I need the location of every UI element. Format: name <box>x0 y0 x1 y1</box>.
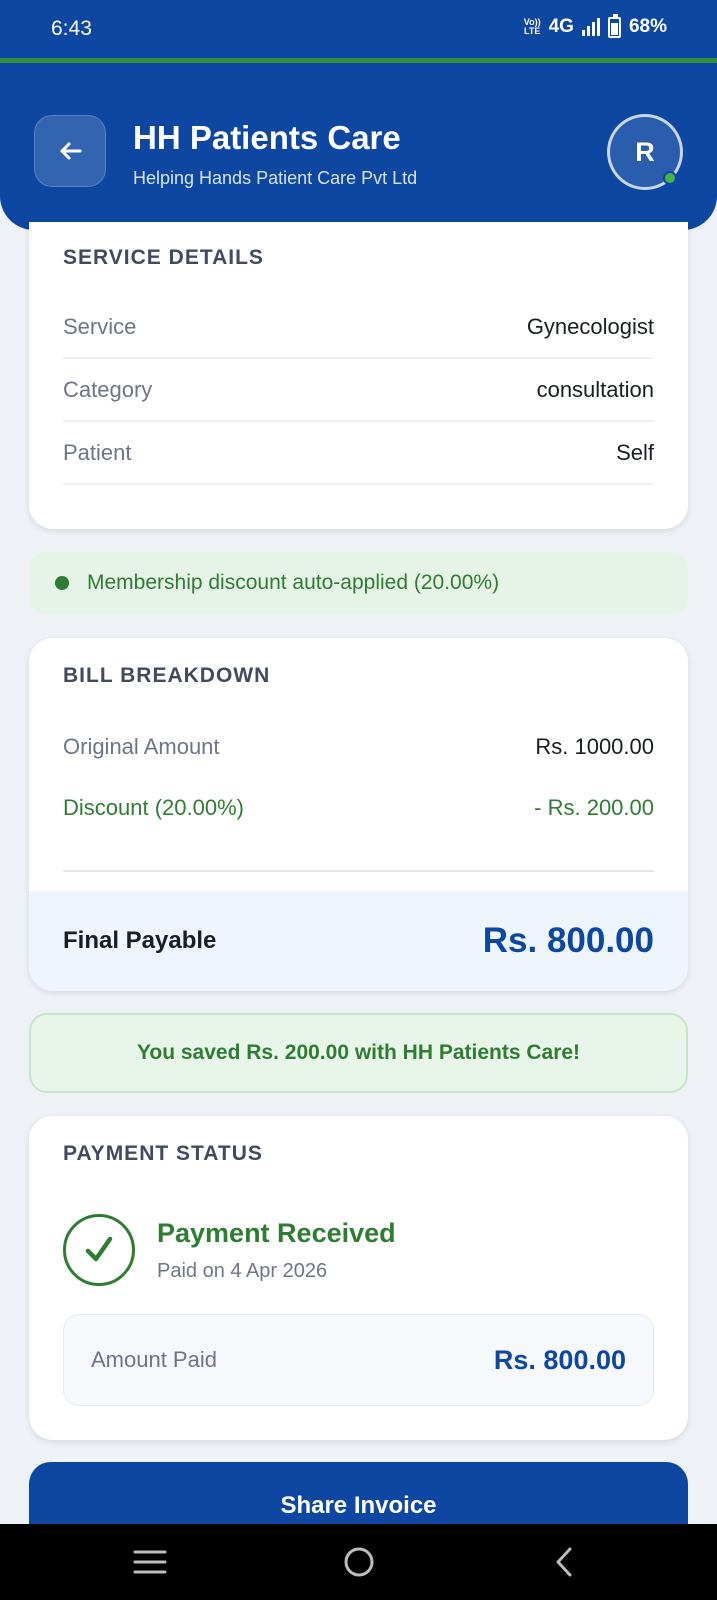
app-title: HH Patients Care <box>133 119 401 156</box>
checkmark-icon <box>85 1236 113 1262</box>
signal-icon <box>581 18 600 36</box>
service-details-card: SERVICE DETAILS Service Gynecologist Cat… <box>29 222 688 529</box>
final-payable-label: Final Payable <box>63 927 217 954</box>
check-circle-icon <box>63 1214 135 1286</box>
membership-discount-banner: Membership discount auto-applied (20.00%… <box>29 552 688 614</box>
network-type: 4G <box>548 16 574 37</box>
back-button[interactable] <box>34 115 106 187</box>
service-label: Service <box>63 313 137 339</box>
payment-status-text: Payment Received <box>157 1218 396 1248</box>
patient-label: Patient <box>63 439 132 465</box>
arrow-left-icon <box>60 142 82 160</box>
amount-paid-box: Amount Paid Rs. 800.00 <box>63 1314 654 1406</box>
savings-banner: You saved Rs. 200.00 with HH Patients Ca… <box>29 1013 688 1093</box>
app-subtitle: Helping Hands Patient Care Pvt Ltd <box>133 168 418 188</box>
service-row: Service Gynecologist <box>63 296 654 359</box>
final-payable-box: Final Payable Rs. 800.00 <box>29 891 688 991</box>
status-icons: Vo)) LTE 4G 68% <box>523 13 667 38</box>
original-amount-row: Original Amount Rs. 1000.00 <box>63 734 654 760</box>
bill-breakdown-card: BILL BREAKDOWN Original Amount Rs. 1000.… <box>29 638 688 991</box>
discount-dot-icon <box>55 576 69 590</box>
amount-paid-value: Rs. 800.00 <box>493 1344 626 1375</box>
original-amount-value: Rs. 1000.00 <box>535 734 654 759</box>
category-label: Category <box>63 376 153 402</box>
discount-value: - Rs. 200.00 <box>534 795 654 820</box>
bill-breakdown-title: BILL BREAKDOWN <box>63 664 271 687</box>
online-status-dot <box>663 171 677 185</box>
menu-icon[interactable] <box>110 1524 190 1600</box>
status-bar: 6:43 Vo)) LTE 4G 68% <box>0 0 717 58</box>
discount-banner-text: Membership discount auto-applied (20.00%… <box>87 571 500 594</box>
home-icon[interactable] <box>319 1524 399 1600</box>
final-payable-value: Rs. 800.00 <box>482 921 654 960</box>
system-nav-bar <box>0 1524 717 1600</box>
category-value: consultation <box>536 376 654 402</box>
payment-status-card: PAYMENT STATUS Payment Received Paid on … <box>29 1116 688 1440</box>
discount-row: Discount (20.00%) - Rs. 200.00 <box>63 795 654 821</box>
volte-icon: Vo)) LTE <box>523 17 541 36</box>
original-amount-label: Original Amount <box>63 734 220 759</box>
category-row: Category consultation <box>63 359 654 422</box>
battery-icon <box>607 13 621 38</box>
service-details-title: SERVICE DETAILS <box>63 246 264 269</box>
back-icon[interactable] <box>524 1524 604 1600</box>
patient-row: Patient Self <box>63 422 654 485</box>
payment-date: Paid on 4 Apr 2026 <box>157 1260 328 1282</box>
battery-percent: 68% <box>628 16 667 37</box>
payment-status-title: PAYMENT STATUS <box>63 1142 263 1165</box>
discount-label: Discount (20.00%) <box>63 795 244 820</box>
amount-paid-label: Amount Paid <box>91 1347 217 1372</box>
patient-value: Self <box>616 439 654 465</box>
status-time: 6:43 <box>51 17 92 40</box>
service-value: Gynecologist <box>526 313 654 339</box>
bill-divider <box>63 870 654 872</box>
app-header: HH Patients Care Helping Hands Patient C… <box>0 63 717 230</box>
